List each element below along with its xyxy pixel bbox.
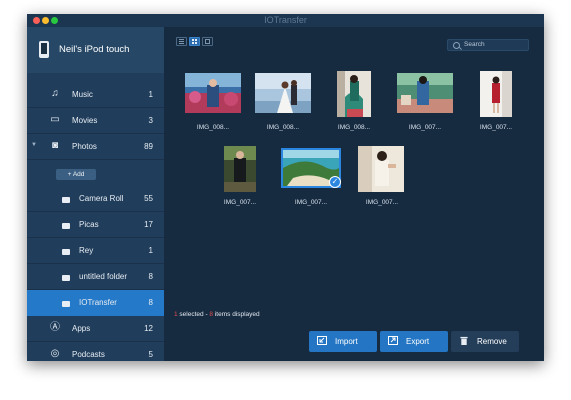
folder-label: Rey [79,246,94,255]
export-button[interactable]: Export [380,331,448,352]
window-title: IOTransfer [264,15,307,25]
folder-icon [60,218,72,230]
sidebar-item-label: Movies [72,116,98,125]
photo-image [480,71,512,117]
folder-count: 8 [148,298,153,307]
sidebar-item-photos[interactable]: ▼ ◙ Photos 89 [27,134,164,160]
device-header[interactable]: Neil's iPod touch [27,27,164,73]
sidebar-item-count: 89 [144,142,153,151]
photo-thumbnail[interactable]: IMG_007... [354,146,410,206]
sidebar-folder-untitled[interactable]: untitled folder 8 [27,264,164,290]
folder-icon [60,270,72,282]
sidebar-item-label: Photos [72,142,97,151]
sidebar-item-movies[interactable]: ▭ Movies 3 [27,108,164,134]
photo-name: IMG_007... [294,199,328,206]
status-bar: 1 selected - 8 items displayed [174,311,260,318]
app-window: IOTransfer Neil's iPod touch ♫ Music 1 ▭… [27,14,544,361]
music-icon: ♫ [51,88,59,99]
folder-icon [60,244,72,256]
selected-text: selected - [177,311,210,318]
sidebar-folder-rey[interactable]: Rey 1 [27,238,164,264]
action-bar: Import Export Remove [164,322,544,361]
photo-thumbnail[interactable]: IMG_007... [397,73,453,131]
selected-check-icon: ✓ [329,176,341,188]
remove-label: Remove [477,337,507,346]
photo-thumbnail[interactable]: IMG_008... [255,73,311,131]
folder-label: IOTransfer [79,298,117,307]
trash-icon [460,336,468,345]
folder-label: Camera Roll [79,194,124,203]
folder-count: 1 [148,246,153,255]
folder-icon [60,296,72,308]
photo-image [224,146,256,192]
folder-label: untitled folder [79,272,128,281]
podcast-icon: ◎ [50,348,60,359]
export-icon [388,336,398,345]
grid-view-button[interactable] [189,37,200,46]
sidebar-item-label: Apps [72,324,91,333]
add-album-button[interactable]: + Add [56,169,96,180]
photo-name: IMG_008... [266,124,300,131]
export-label: Export [406,337,430,346]
photo-image [255,73,311,113]
sidebar-item-music[interactable]: ♫ Music 1 [27,82,164,108]
toolbar: Search [164,27,544,63]
photo-thumbnail[interactable]: IMG_008... [326,71,382,131]
ipod-icon [39,41,49,58]
sidebar-item-apps[interactable]: Ⓐ Apps 12 [27,316,164,342]
sidebar: Neil's iPod touch ♫ Music 1 ▭ Movies 3 ▼… [27,27,164,361]
device-name: Neil's iPod touch [59,44,130,55]
import-button[interactable]: Import [309,331,377,352]
list-view-button[interactable] [176,37,187,46]
photo-thumbnail[interactable]: IMG_007... [212,146,268,206]
photo-name: IMG_007... [365,199,399,206]
folder-count: 8 [148,272,153,281]
photo-grid: IMG_008... IMG_008... IMG_008... IMG_007… [164,63,544,310]
sidebar-folder-iotransfer[interactable]: IOTransfer 8 [27,290,164,316]
photo-name: IMG_007... [408,124,442,131]
folder-count: 55 [144,194,153,203]
sidebar-item-count: 12 [144,324,153,333]
expand-arrow-icon[interactable]: ▼ [31,142,37,148]
sidebar-item-podcasts[interactable]: ◎ Podcasts 5 [27,342,164,361]
sidebar-item-label: Podcasts [72,350,105,359]
photo-image [358,146,404,192]
photo-name: IMG_008... [337,124,371,131]
displayed-text: items displayed [213,311,260,318]
folder-label: Picas [79,220,99,229]
search-icon [453,42,460,49]
sidebar-item-count: 5 [148,350,153,359]
folder-count: 17 [144,220,153,229]
sidebar-item-count: 1 [148,90,153,99]
apps-icon: Ⓐ [50,322,60,333]
photo-thumbnail[interactable]: ✓ IMG_007... [281,148,341,206]
photo-thumbnail[interactable]: IMG_007... [468,71,524,131]
sidebar-item-label: Music [72,90,93,99]
photo-name: IMG_007... [223,199,257,206]
photo-name: IMG_007... [479,124,513,131]
photo-thumbnail[interactable]: IMG_008... [185,73,241,131]
sidebar-item-count: 3 [148,116,153,125]
import-icon [317,336,327,345]
search-input[interactable]: Search [447,39,529,51]
single-view-button[interactable] [202,37,213,46]
photo-image [337,71,371,117]
import-label: Import [335,337,358,346]
folder-icon [60,192,72,204]
sidebar-folder-camera-roll[interactable]: Camera Roll 55 [27,186,164,212]
photo-image [185,73,241,113]
sidebar-folder-picas[interactable]: Picas 17 [27,212,164,238]
search-placeholder: Search [464,41,485,48]
title-bar: IOTransfer [27,14,544,27]
photo-image [397,73,453,113]
camera-icon: ◙ [51,140,59,151]
remove-button[interactable]: Remove [451,331,519,352]
photo-name: IMG_008... [196,124,230,131]
movie-icon: ▭ [50,114,60,125]
